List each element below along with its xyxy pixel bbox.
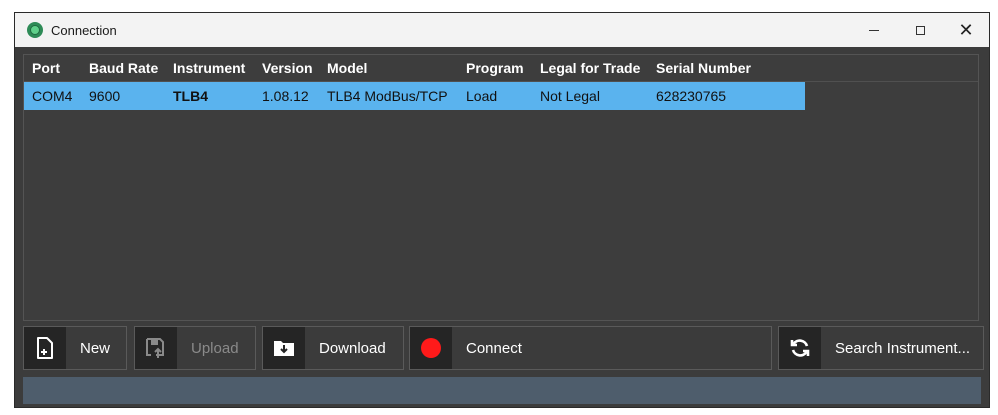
table-row[interactable]: COM4 9600 TLB4 1.08.12 TLB4 ModBus/TCP L… xyxy=(24,82,805,110)
search-instrument-button[interactable]: Search Instrument... xyxy=(778,326,984,370)
connection-window: Connection ✕ Port Baud Rate Instrument V… xyxy=(14,12,990,408)
upload-button[interactable]: Upload xyxy=(134,326,256,370)
cell-legal-for-trade: Not Legal xyxy=(540,88,600,104)
cell-port: COM4 xyxy=(32,88,73,104)
upload-button-label: Upload xyxy=(191,339,239,357)
cell-program: Load xyxy=(466,88,498,104)
download-button-label: Download xyxy=(319,339,386,357)
title-bar: Connection ✕ xyxy=(15,13,989,47)
column-header-serial-number[interactable]: Serial Number xyxy=(656,55,751,81)
column-header-program[interactable]: Program xyxy=(466,55,524,81)
instrument-table: Port Baud Rate Instrument Version Model … xyxy=(23,54,979,321)
refresh-icon xyxy=(779,327,821,369)
app-icon xyxy=(27,22,43,38)
connect-button[interactable]: Connect xyxy=(409,326,772,370)
close-button[interactable]: ✕ xyxy=(943,13,989,47)
connect-button-label: Connect xyxy=(466,339,522,357)
table-header: Port Baud Rate Instrument Version Model … xyxy=(24,55,978,82)
download-button[interactable]: Download xyxy=(262,326,404,370)
column-header-port[interactable]: Port xyxy=(32,55,60,81)
cell-serial-number: 628230765 xyxy=(656,88,727,104)
window-controls: ✕ xyxy=(851,13,989,47)
search-instrument-button-label: Search Instrument... xyxy=(835,339,971,357)
new-file-icon xyxy=(24,327,66,369)
column-header-instrument[interactable]: Instrument xyxy=(173,55,245,81)
column-header-legal-for-trade[interactable]: Legal for Trade xyxy=(540,55,640,81)
cell-instrument: TLB4 xyxy=(173,88,208,104)
save-upload-icon xyxy=(135,327,177,369)
status-bar xyxy=(23,377,981,404)
cell-model: TLB4 ModBus/TCP xyxy=(327,88,448,104)
minimize-button[interactable] xyxy=(851,13,897,47)
column-header-model[interactable]: Model xyxy=(327,55,367,81)
window-title: Connection xyxy=(51,22,117,38)
red-record-icon xyxy=(410,327,452,369)
maximize-button[interactable] xyxy=(897,13,943,47)
folder-download-icon xyxy=(263,327,305,369)
column-header-baud-rate[interactable]: Baud Rate xyxy=(89,55,158,81)
new-button[interactable]: New xyxy=(23,326,127,370)
new-button-label: New xyxy=(80,339,111,357)
cell-version: 1.08.12 xyxy=(262,88,309,104)
cell-baud-rate: 9600 xyxy=(89,88,121,104)
column-header-version[interactable]: Version xyxy=(262,55,313,81)
